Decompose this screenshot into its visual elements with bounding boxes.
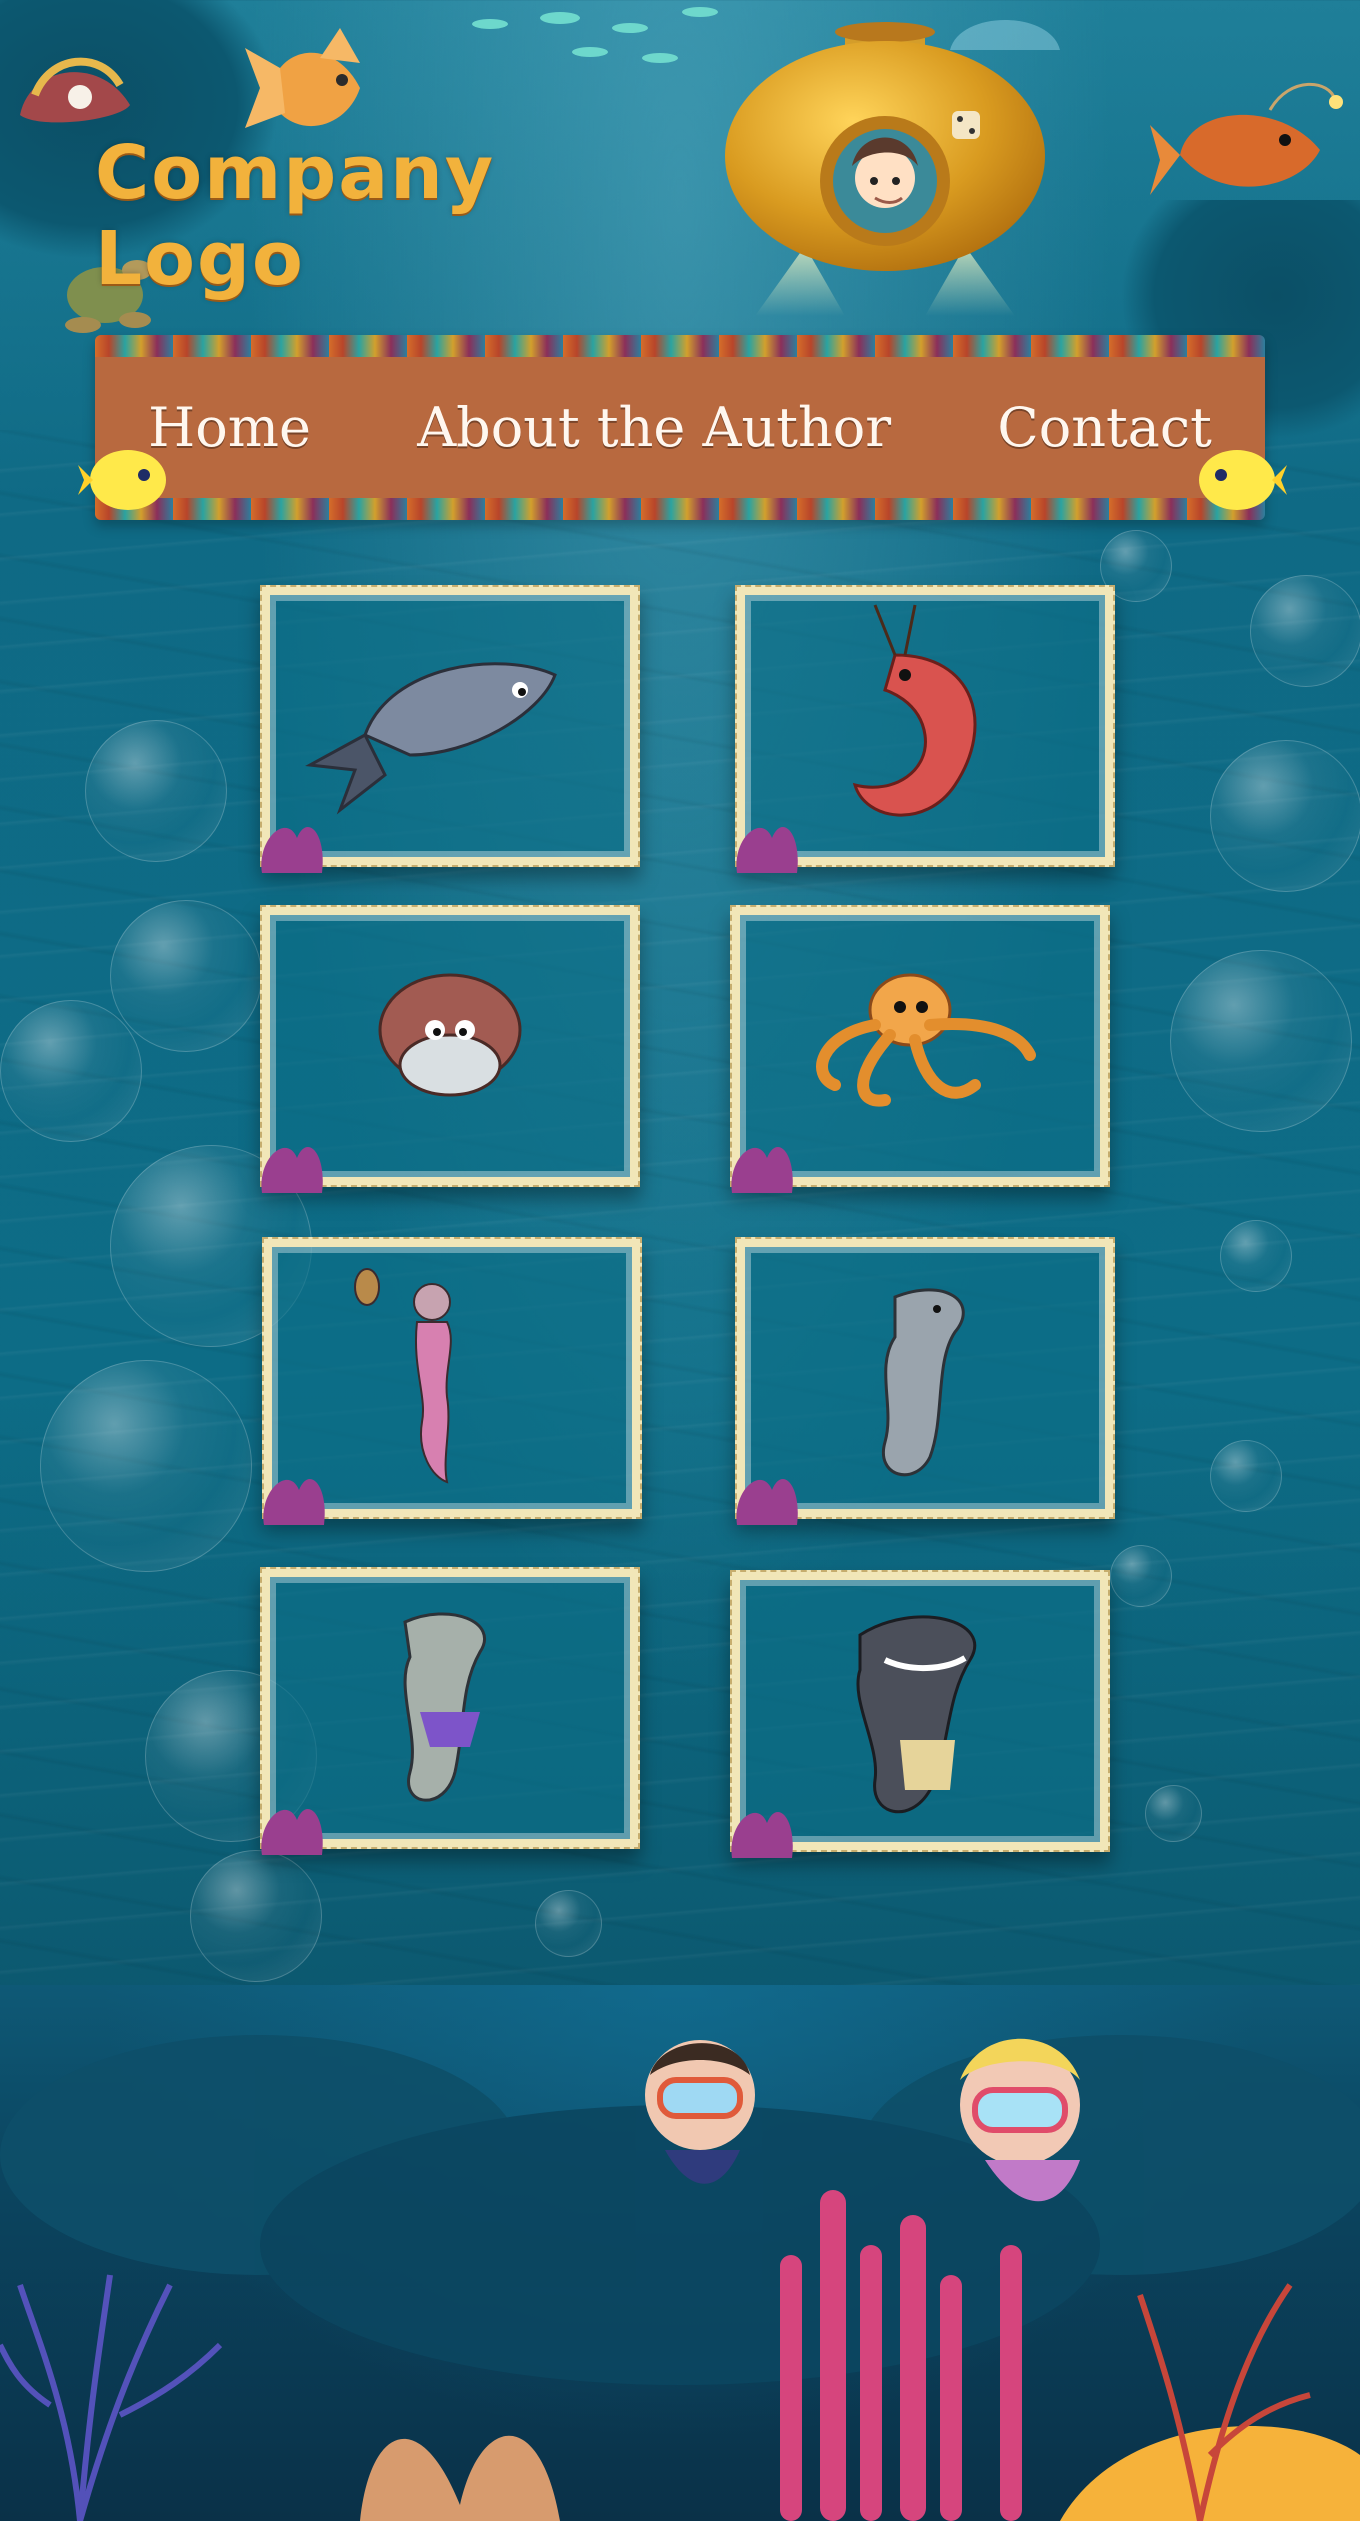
- purple-fan-coral-icon: [0, 2274, 223, 2521]
- nav-about-author-link[interactable]: About the Author: [399, 390, 909, 465]
- coral-icon: [736, 826, 798, 873]
- coral-icon: [731, 1146, 793, 1193]
- bubble: [1220, 1220, 1292, 1292]
- coral-icon: [261, 1808, 323, 1855]
- coral-icon: [261, 826, 323, 873]
- bubble: [1250, 575, 1360, 687]
- gallery-frame-shark[interactable]: [730, 1570, 1110, 1858]
- yellow-fish-icon: [1199, 450, 1287, 510]
- jellyfish-icon: [950, 20, 1060, 50]
- anglerfish-icon: [1150, 82, 1343, 195]
- bubble: [1110, 1545, 1172, 1607]
- coral-icon: [731, 1811, 793, 1858]
- gallery-frame-mermaid[interactable]: [262, 1237, 642, 1525]
- coral-icon: [736, 1478, 798, 1525]
- gallery-frame-fish[interactable]: [260, 585, 640, 873]
- company-logo[interactable]: Company Logo: [95, 130, 655, 302]
- yellow-fish-icon: [78, 450, 166, 510]
- bubble: [1210, 1440, 1282, 1512]
- main-navigation: Home About the Author Contact: [95, 335, 1265, 520]
- orange-coral-icon: [360, 2435, 560, 2521]
- coral-icon: [261, 1146, 323, 1193]
- reef-scene: [0, 2035, 1360, 2521]
- gallery-frame-octopus[interactable]: [730, 905, 1110, 1193]
- gallery-frame-dolphin-skirt[interactable]: [260, 1567, 640, 1855]
- bubble: [1145, 1785, 1202, 1842]
- gallery-frame-shrimp[interactable]: [735, 585, 1115, 873]
- gallery-frame-dolphin[interactable]: [735, 1237, 1115, 1525]
- coral-icon: [263, 1478, 325, 1525]
- bubble: [1170, 950, 1352, 1132]
- gallery-frame-turtle[interactable]: [260, 905, 640, 1193]
- nav-bar: Home About the Author Contact: [95, 357, 1265, 498]
- shell-icon: [20, 57, 130, 123]
- bubble: [40, 1360, 252, 1572]
- bubble: [190, 1850, 322, 1982]
- fish-school-icon: [472, 7, 718, 63]
- bubble: [85, 720, 227, 862]
- bubble: [1210, 740, 1360, 892]
- bubble: [0, 1000, 142, 1142]
- bubble: [535, 1890, 602, 1957]
- bubble: [110, 900, 262, 1052]
